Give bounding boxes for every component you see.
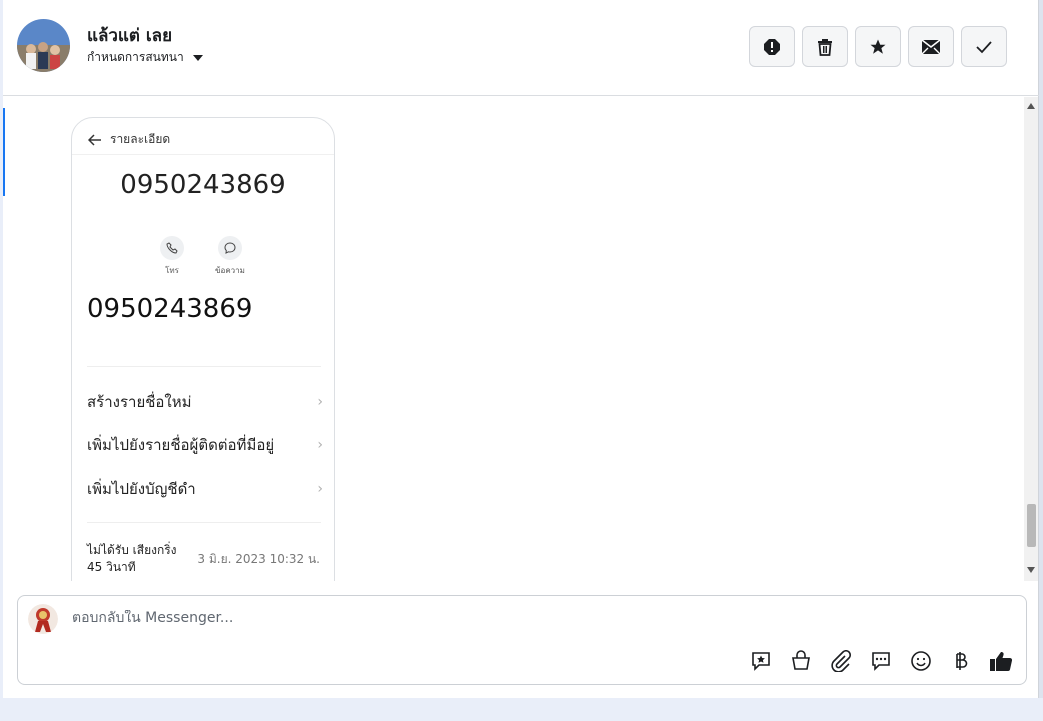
scroll-thumb[interactable] [1027,504,1036,547]
attach-icon [831,650,852,672]
screenshot-actions: โทร ข้อความ [156,236,246,277]
chevron-right-icon: › [317,394,323,410]
alert-circle-icon [764,38,780,55]
payment-button[interactable] [948,648,974,674]
saved-reply-button[interactable] [748,648,774,674]
contact-avatar[interactable] [17,19,70,72]
shop-button[interactable] [788,648,814,674]
delete-button[interactable] [802,26,848,67]
attach-button[interactable] [828,648,854,674]
phone-icon [166,242,178,254]
mark-done-button[interactable] [961,26,1007,67]
screenshot-missed-call-time: 3 มิ.ย. 2023 10:32 น. [197,552,320,566]
checkmark-icon [976,40,992,53]
scroll-up-icon[interactable] [1027,103,1035,109]
speech-bubble-icon [224,242,236,254]
screenshot-message-label: ข้อความ [215,266,245,275]
screenshot-phone-number-main: 0950243869 [87,294,253,324]
trash-icon [818,38,832,56]
divider [87,522,321,523]
option-label: เพิ่มไปยังรายชื่อผู้ติดต่อที่มีอยู่ [87,436,275,454]
thumbs-up-icon [990,652,1013,672]
emoji-icon [911,651,931,671]
window-edge [1039,0,1043,721]
missed-call-line2: 45 วินาที [87,560,136,574]
screenshot-option-blacklist: เพิ่มไปยังบัญชีดำ › [87,477,323,501]
chevron-right-icon: › [317,481,323,497]
report-spam-button[interactable] [749,26,795,67]
reply-input[interactable] [72,610,672,626]
missed-call-line1: ไม่ได้รับ เสียงกริ่ง [87,543,177,557]
option-label: เพิ่มไปยังบัญชีดำ [87,480,196,498]
conversation-panel: แล้วแต่ เลย กำหนดการสนทนา รายละเอียด 095… [3,0,1039,698]
caret-down-icon [192,54,203,61]
scroll-down-icon[interactable] [1027,567,1035,573]
screenshot-back-label: รายละเอียด [110,132,171,146]
mark-unread-button[interactable] [908,26,954,67]
composer-toolbar [748,648,1014,674]
option-label: สร้างรายชื่อใหม่ [87,393,192,411]
saved-reply-icon [752,652,770,671]
chat-button[interactable] [868,648,894,674]
emoji-button[interactable] [908,648,934,674]
chevron-right-icon: › [317,437,323,453]
screenshot-call-action: โทร [156,236,188,277]
baht-icon [956,652,968,670]
screenshot-option-add-existing: เพิ่มไปยังรายชื่อผู้ติดต่อที่มีอยู่ › [87,433,323,457]
reply-composer [17,595,1027,685]
thread-scrollbar[interactable] [1024,97,1038,581]
like-button[interactable] [988,648,1014,674]
back-arrow-icon [88,133,101,146]
assign-label: กำหนดการสนทนา [87,50,184,64]
message-thread[interactable]: รายละเอียด 0950243869 โทร ข้อความ 095024… [3,97,1023,581]
star-button[interactable] [855,26,901,67]
envelope-icon [921,38,941,54]
shop-bag-icon [792,650,810,670]
image-attachment[interactable]: รายละเอียด 0950243869 โทร ข้อความ 095024… [71,117,335,581]
page-avatar [28,604,58,634]
screenshot-message-action: ข้อความ [214,236,246,277]
chat-bubble-icon [872,652,890,671]
contact-name[interactable]: แล้วแต่ เลย [87,22,172,49]
screenshot-option-create-contact: สร้างรายชื่อใหม่ › [87,390,323,414]
assign-conversation-dropdown[interactable]: กำหนดการสนทนา [87,48,203,67]
screenshot-header: รายละเอียด [88,130,170,149]
page-background [0,698,1043,721]
divider [87,366,321,367]
screenshot-phone-number-top: 0950243869 [120,170,286,200]
header-actions [749,26,1007,67]
screenshot-call-label: โทร [165,266,179,275]
screenshot-missed-call: ไม่ได้รับ เสียงกริ่ง 45 วินาที [87,542,177,576]
conversation-header: แล้วแต่ เลย กำหนดการสนทนา [3,0,1039,96]
divider [72,154,334,155]
star-icon [870,39,886,54]
